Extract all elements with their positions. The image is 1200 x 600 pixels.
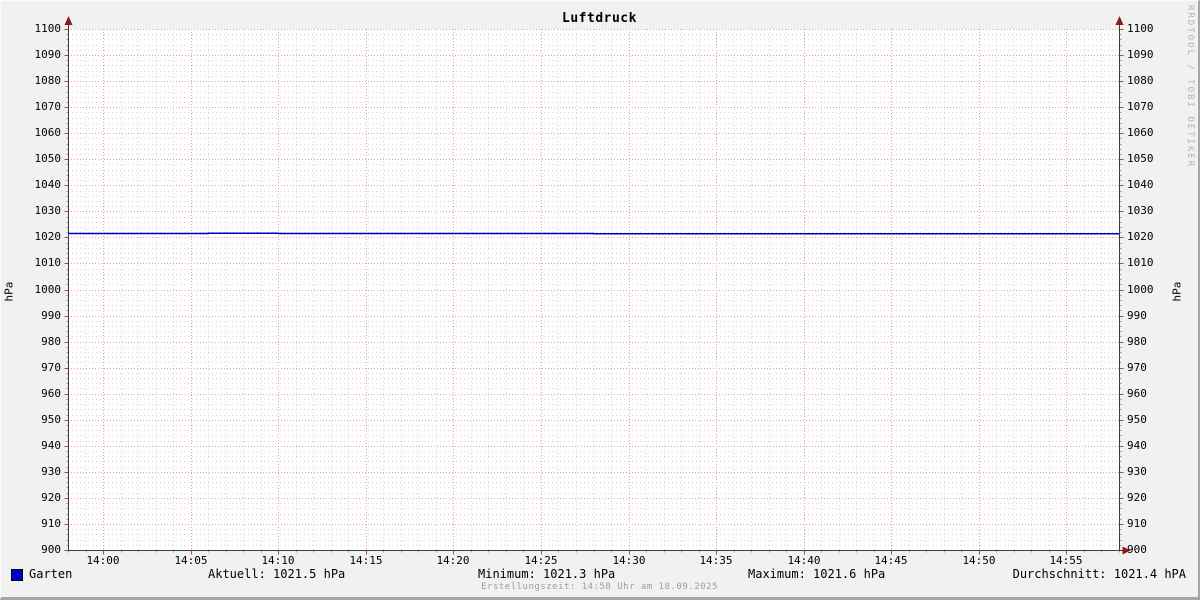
y-tick-label: 1070 xyxy=(1127,101,1171,113)
y-tick-label: 970 xyxy=(17,362,61,374)
y-tick-label: 1050 xyxy=(17,153,61,165)
x-tick-label: 14:15 xyxy=(338,555,394,567)
x-tick-label: 14:00 xyxy=(75,555,131,567)
y-tick-label: 900 xyxy=(1127,544,1171,556)
y-tick-label: 1010 xyxy=(1127,257,1171,269)
y-tick-label: 1060 xyxy=(1127,127,1171,139)
y-tick-label: 990 xyxy=(1127,310,1171,322)
x-tick-label: 14:40 xyxy=(776,555,832,567)
y-tick-label: 1020 xyxy=(1127,231,1171,243)
y-tick-label: 960 xyxy=(1127,388,1171,400)
series-swatch-garten xyxy=(11,569,23,581)
y-tick-label: 910 xyxy=(1127,518,1171,530)
y-tick-label: 970 xyxy=(1127,362,1171,374)
x-tick-label: 14:30 xyxy=(601,555,657,567)
y-tick-label: 940 xyxy=(1127,440,1171,452)
y-tick-label: 1040 xyxy=(17,179,61,191)
y-tick-label: 980 xyxy=(17,336,61,348)
y-tick-label: 1080 xyxy=(1127,75,1171,87)
x-tick-label: 14:10 xyxy=(250,555,306,567)
x-tick-label: 14:05 xyxy=(163,555,219,567)
x-tick-label: 14:35 xyxy=(688,555,744,567)
creation-time: Erstellungszeit: 14:58 Uhr am 18.09.2025 xyxy=(1,582,1198,592)
y-tick-label: 1080 xyxy=(17,75,61,87)
x-tick-label: 14:55 xyxy=(1038,555,1094,567)
y-tick-label: 950 xyxy=(1127,414,1171,426)
y-tick-label: 1010 xyxy=(17,257,61,269)
y-tick-label: 990 xyxy=(17,310,61,322)
y-tick-label: 1050 xyxy=(1127,153,1171,165)
y-tick-label: 1090 xyxy=(1127,49,1171,61)
x-tick-label: 14:50 xyxy=(951,555,1007,567)
y-tick-label: 1070 xyxy=(17,101,61,113)
series-label-garten: Garten xyxy=(29,568,72,581)
y-tick-label: 1060 xyxy=(17,127,61,139)
stat-maximum: Maximum: 1021.6 hPa xyxy=(748,568,885,581)
y-tick-label: 920 xyxy=(17,492,61,504)
y-tick-label: 900 xyxy=(17,544,61,556)
x-tick-label: 14:45 xyxy=(863,555,919,567)
y-tick-label: 940 xyxy=(17,440,61,452)
y-tick-label: 1100 xyxy=(17,23,61,35)
y-tick-label: 930 xyxy=(1127,466,1171,478)
axis-arrow-up-left xyxy=(65,16,73,25)
x-tick-label: 14:25 xyxy=(513,555,569,567)
stat-aktuell: Aktuell: 1021.5 hPa xyxy=(208,568,345,581)
series-line-garten xyxy=(68,233,1119,234)
x-tick-label: 14:20 xyxy=(425,555,481,567)
y-tick-label: 1100 xyxy=(1127,23,1171,35)
y-tick-label: 950 xyxy=(17,414,61,426)
axis-arrow-up-right xyxy=(1116,16,1124,25)
y-tick-label: 960 xyxy=(17,388,61,400)
y-tick-label: 1040 xyxy=(1127,179,1171,191)
rrd-pressure-graph: Luftdruck RRDTOOL / TOBI OETIKER hPa hPa… xyxy=(0,0,1200,600)
y-tick-label: 1000 xyxy=(1127,284,1171,296)
y-tick-label: 980 xyxy=(1127,336,1171,348)
stat-durchschnitt: Durchschnitt: 1021.4 hPA xyxy=(1013,568,1186,581)
plot-area xyxy=(1,1,1200,600)
y-tick-label: 910 xyxy=(17,518,61,530)
y-tick-label: 1030 xyxy=(1127,205,1171,217)
y-tick-label: 920 xyxy=(1127,492,1171,504)
stat-minimum: Minimum: 1021.3 hPa xyxy=(478,568,615,581)
y-tick-label: 1000 xyxy=(17,284,61,296)
y-tick-label: 930 xyxy=(17,466,61,478)
y-tick-label: 1020 xyxy=(17,231,61,243)
y-tick-label: 1090 xyxy=(17,49,61,61)
y-tick-label: 1030 xyxy=(17,205,61,217)
